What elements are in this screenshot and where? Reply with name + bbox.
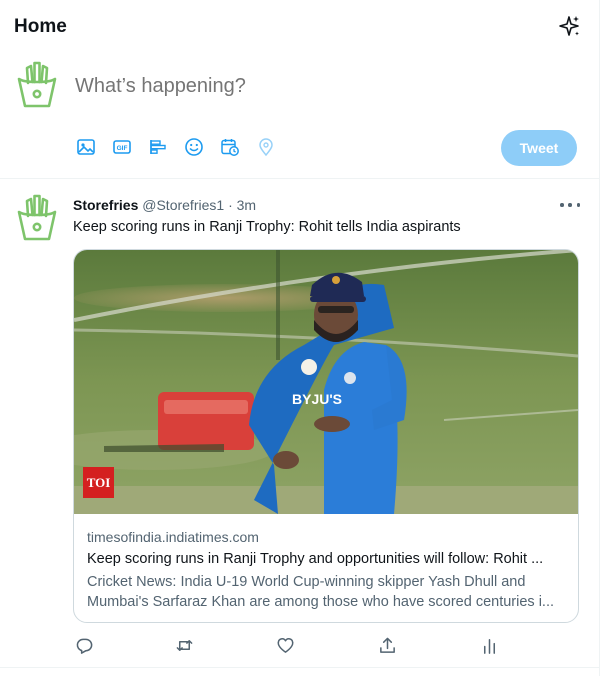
card-description-line: Mumbai's Sarfaraz Khan are among those w…	[87, 594, 555, 610]
compose-input[interactable]	[75, 75, 525, 98]
header: Home	[0, 0, 600, 53]
reply-icon[interactable]	[73, 634, 95, 656]
like-icon[interactable]	[274, 634, 296, 656]
card-image[interactable]: BYJU'S	[74, 250, 578, 514]
window-edge	[600, 0, 608, 676]
gif-icon[interactable]: GIF	[111, 136, 133, 158]
card-description-line: Cricket News: India U-19 World Cup-winni…	[87, 574, 526, 590]
tweet-button[interactable]: Tweet	[501, 130, 577, 166]
fries-avatar-icon[interactable]	[15, 193, 59, 243]
tweet-time[interactable]: 3m	[237, 197, 256, 213]
svg-text:GIF: GIF	[117, 145, 128, 152]
separator-dot: ·	[228, 197, 233, 213]
svg-text:BYJU'S: BYJU'S	[292, 391, 342, 407]
share-icon[interactable]	[376, 634, 398, 656]
sparkle-icon[interactable]	[556, 14, 582, 40]
card-description: Cricket News: India U-19 World Cup-winni…	[87, 572, 571, 612]
tweet-header: Storefries @Storefries1 · 3m	[73, 197, 256, 213]
emoji-icon[interactable]	[183, 136, 205, 158]
analytics-icon[interactable]	[478, 634, 500, 656]
author-name[interactable]: Storefries	[73, 197, 138, 213]
more-options-icon[interactable]	[560, 196, 580, 214]
schedule-icon[interactable]	[219, 136, 241, 158]
poll-icon[interactable]	[147, 136, 169, 158]
composer-toolbar: GIF	[75, 136, 291, 158]
tweet-text: Keep scoring runs in Ranji Trophy: Rohit…	[73, 219, 461, 235]
timeline-column: Home What’s happening? GIF Tweet Storefr…	[0, 0, 600, 676]
toi-logo: TOI	[83, 467, 114, 498]
retweet-icon[interactable]	[173, 634, 195, 656]
tweet-composer: GIF Tweet	[0, 53, 600, 179]
location-icon[interactable]	[255, 136, 277, 158]
tweet[interactable]: Storefries @Storefries1 · 3m Keep scorin…	[0, 179, 600, 668]
card-title: Keep scoring runs in Ranji Trophy and op…	[87, 551, 544, 567]
page-title: Home	[14, 16, 67, 37]
tweet-actions	[73, 634, 513, 658]
fries-avatar-icon[interactable]	[15, 60, 59, 110]
card-domain: timesofindia.indiatimes.com	[87, 529, 259, 545]
author-handle[interactable]: @Storefries1	[142, 197, 224, 213]
image-icon[interactable]	[75, 136, 97, 158]
link-card[interactable]: BYJU'S TOI timesofindia.indiatimes.com K…	[73, 249, 579, 623]
